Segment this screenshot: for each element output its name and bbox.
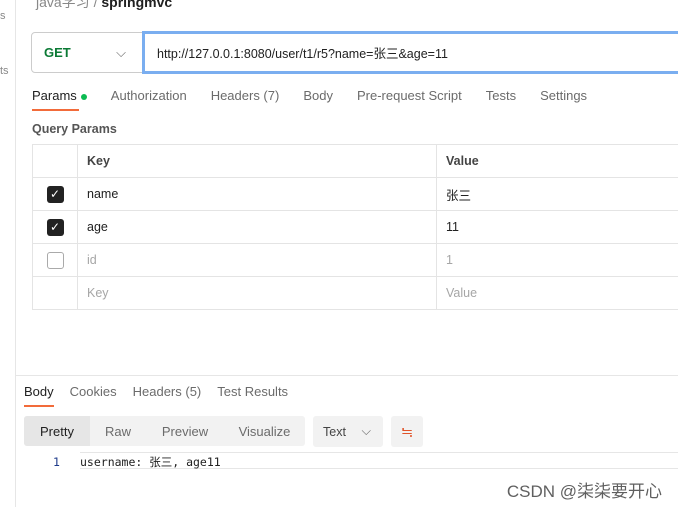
- header-value: Value: [436, 144, 678, 178]
- param-key[interactable]: id: [77, 243, 437, 277]
- view-visualize[interactable]: Visualize: [224, 416, 305, 446]
- response-body: username: 张三, age11: [80, 452, 678, 469]
- tab-test-results[interactable]: Test Results: [217, 384, 288, 399]
- param-key[interactable]: age: [77, 210, 437, 244]
- checkbox-checked[interactable]: ✓: [46, 185, 64, 203]
- sidebar-fragment[interactable]: ts: [0, 65, 9, 77]
- format-label: Text: [323, 424, 346, 439]
- response-tabs: Body Cookies Headers (5) Test Results: [24, 384, 288, 407]
- key-placeholder[interactable]: Key: [77, 276, 437, 310]
- tab-params[interactable]: Params: [32, 88, 87, 111]
- divider: [16, 375, 678, 376]
- tab-label: Params: [32, 88, 77, 103]
- tab-pre-request-script[interactable]: Pre-request Script: [357, 88, 462, 103]
- sidebar-fragment[interactable]: s: [0, 10, 6, 22]
- checkbox-checked[interactable]: ✓: [46, 218, 64, 236]
- url-input[interactable]: http://127.0.0.1:8080/user/t1/r5?name=张三…: [142, 31, 678, 74]
- view-mode-toggle: Pretty Raw Preview Visualize: [24, 416, 305, 446]
- watermark: CSDN @柒柒要开心: [506, 482, 662, 501]
- table-row: ✓ name 张三: [32, 177, 678, 211]
- tab-authorization[interactable]: Authorization: [111, 88, 187, 103]
- breadcrumb-collection[interactable]: springmvc: [101, 0, 172, 10]
- breadcrumb: java学习 / springmvc: [36, 0, 172, 12]
- table-header: Key Value: [32, 144, 678, 178]
- param-key[interactable]: name: [77, 177, 437, 211]
- table-row-new: Key Value: [32, 276, 678, 310]
- tab-cookies[interactable]: Cookies: [70, 384, 117, 399]
- sidebar: s ts: [0, 0, 16, 507]
- table-row: id 1: [32, 243, 678, 277]
- method-label: GET: [44, 45, 71, 60]
- view-pretty[interactable]: Pretty: [24, 416, 90, 446]
- breadcrumb-separator: /: [93, 0, 98, 10]
- wrap-lines-icon[interactable]: ≒: [391, 416, 423, 447]
- param-value[interactable]: 1: [436, 243, 678, 277]
- view-preview[interactable]: Preview: [146, 416, 224, 446]
- query-params-title: Query Params: [32, 122, 117, 136]
- param-value[interactable]: 11: [436, 210, 678, 244]
- table-row: ✓ age 11: [32, 210, 678, 244]
- request-tabs: Params Authorization Headers (7) Body Pr…: [32, 88, 587, 111]
- url-text: http://127.0.0.1:8080/user/t1/r5?name=张三…: [157, 47, 448, 61]
- tab-settings[interactable]: Settings: [540, 88, 587, 103]
- tab-response-body[interactable]: Body: [24, 384, 54, 407]
- header-key: Key: [77, 144, 437, 178]
- checkbox-unchecked[interactable]: [46, 251, 64, 269]
- tab-body[interactable]: Body: [303, 88, 333, 103]
- tab-response-headers[interactable]: Headers (5): [133, 384, 202, 399]
- tab-tests[interactable]: Tests: [486, 88, 516, 103]
- format-select[interactable]: Text ⌵: [313, 416, 383, 447]
- breadcrumb-workspace[interactable]: java学习: [36, 0, 90, 10]
- tab-headers[interactable]: Headers (7): [211, 88, 280, 103]
- params-table: Key Value ✓ name 张三 ✓ age 11 id 1 Key Value: [32, 144, 678, 310]
- method-select[interactable]: GET ⌵: [31, 32, 143, 73]
- line-number: 1: [53, 455, 60, 469]
- chevron-down-icon: ⌵: [116, 44, 126, 60]
- active-dot-icon: [80, 93, 87, 100]
- view-raw[interactable]: Raw: [90, 416, 146, 446]
- param-value[interactable]: 张三: [436, 177, 678, 211]
- chevron-down-icon: ⌵: [361, 424, 371, 438]
- value-placeholder[interactable]: Value: [436, 276, 678, 310]
